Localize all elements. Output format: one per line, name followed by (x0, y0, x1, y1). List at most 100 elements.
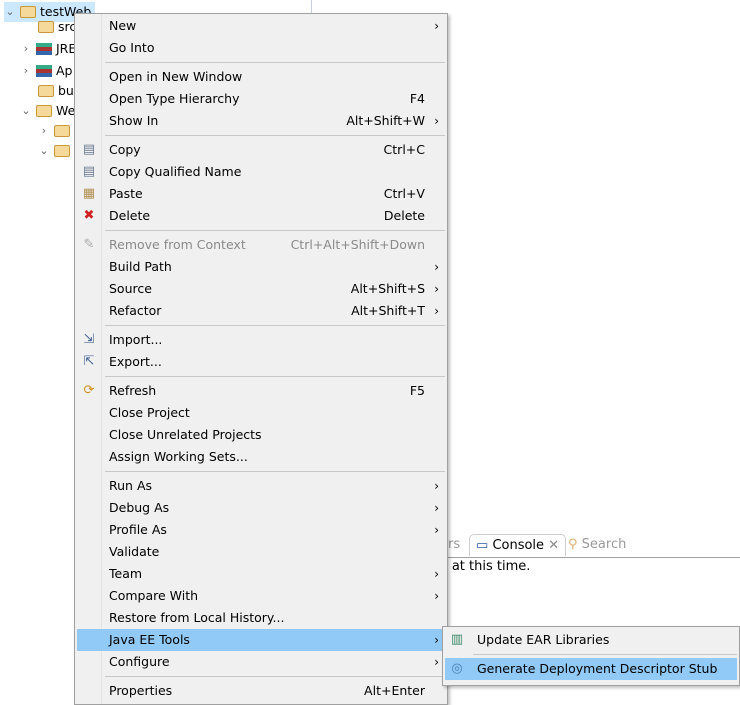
menu-item-label: Properties (109, 683, 173, 698)
menu-item-label: Update EAR Libraries (477, 632, 610, 647)
menu-item-open-in-new-window[interactable]: Open in New Window (77, 66, 445, 88)
menu-item-label: Java EE Tools (109, 632, 190, 647)
library-icon (36, 43, 52, 55)
menu-item-java-ee-tools[interactable]: Java EE Tools › (77, 629, 445, 651)
folder-icon (54, 125, 70, 137)
close-icon[interactable]: ✕ (548, 538, 559, 553)
menu-item-paste[interactable]: ▦ Paste Ctrl+V (77, 183, 445, 205)
menu-item-shortcut: F4 (409, 91, 425, 106)
tree-item[interactable]: ⌄ We (20, 101, 79, 121)
tree-item[interactable]: bu (22, 81, 78, 101)
menu-item-run-as[interactable]: Run As › (77, 475, 445, 497)
tree-item[interactable]: src (22, 17, 80, 37)
chevron-right-icon: › (434, 260, 439, 274)
menu-item-label: Build Path (109, 259, 172, 274)
tab-console-label: Console (492, 538, 545, 553)
chevron-down-icon[interactable]: ⌄ (38, 142, 50, 160)
chevron-right-icon[interactable]: › (38, 122, 50, 140)
menu-item-shortcut: Alt+Enter (364, 683, 425, 698)
menu-separator (105, 471, 445, 472)
menu-item-label: Source (109, 281, 152, 296)
menu-item-export[interactable]: ⇱ Export... (77, 351, 445, 373)
menu-item-compare-with[interactable]: Compare With › (77, 585, 445, 607)
java-ee-tools-submenu: ▥ Update EAR Libraries ◎ Generate Deploymen… (442, 626, 740, 686)
menu-item-refresh[interactable]: ⟳ Refresh F5 (77, 380, 445, 402)
chevron-right-icon: › (434, 304, 439, 318)
context-menu: New › Go Into Open in New Window Open Type H… (74, 13, 448, 705)
menu-item-shortcut: Ctrl+C (383, 142, 425, 157)
folder-icon (38, 85, 54, 97)
tab-search[interactable]: ⚲ Search (568, 534, 626, 556)
menu-separator (105, 376, 445, 377)
menu-item-source[interactable]: Source Alt+Shift+S › (77, 278, 445, 300)
menu-item-label: Refactor (109, 303, 162, 318)
menu-item-team[interactable]: Team › (77, 563, 445, 585)
chevron-right-icon: › (434, 19, 439, 33)
menu-item-update-ear-libraries[interactable]: ▥ Update EAR Libraries (445, 629, 737, 651)
menu-item-debug-as[interactable]: Debug As › (77, 497, 445, 519)
chevron-right-icon: › (434, 501, 439, 515)
chevron-right-icon: › (434, 523, 439, 537)
menu-item-copy[interactable]: ▤ Copy Ctrl+C (77, 139, 445, 161)
menu-item-build-path[interactable]: Build Path › (77, 256, 445, 278)
folder-icon (54, 145, 70, 157)
chevron-right-icon: › (434, 633, 439, 647)
menu-item-import[interactable]: ⇲ Import... (77, 329, 445, 351)
menu-item-label: Debug As (109, 500, 170, 515)
copy-qualified-icon: ▤ (82, 164, 96, 179)
tab-console[interactable]: ▭ Console ✕ (469, 534, 567, 556)
menu-item-shortcut: Alt+Shift+T (351, 303, 425, 318)
menu-item-open-type-hierarchy[interactable]: Open Type Hierarchy F4 (77, 88, 445, 110)
menu-item-close-project[interactable]: Close Project (77, 402, 445, 424)
menu-separator (105, 62, 445, 63)
tree-item[interactable]: › JRE (20, 39, 80, 59)
menu-item-profile-as[interactable]: Profile As › (77, 519, 445, 541)
menu-item-label: New (109, 18, 137, 33)
menu-item-go-into[interactable]: Go Into (77, 37, 445, 59)
tree-item[interactable]: › (38, 121, 78, 141)
menu-item-show-in[interactable]: Show In Alt+Shift+W › (77, 110, 445, 132)
menu-item-label: Compare With (109, 588, 199, 603)
copy-icon: ▤ (82, 142, 96, 157)
menu-item-label: Paste (109, 186, 143, 201)
menu-item-label: Import... (109, 332, 163, 347)
menu-item-label: Refresh (109, 383, 157, 398)
chevron-right-icon: › (434, 114, 439, 128)
menu-item-label: Team (109, 566, 143, 581)
menu-item-label: Close Unrelated Projects (109, 427, 262, 442)
menu-separator (473, 654, 737, 655)
remove-context-icon: ✎ (83, 237, 95, 252)
menu-item-remove-from-context[interactable]: ✎ Remove from Context Ctrl+Alt+Shift+Down (77, 234, 445, 256)
menu-item-delete[interactable]: ✖ Delete Delete (77, 205, 445, 227)
menu-item-label: Restore from Local History... (109, 610, 285, 625)
menu-item-copy-qualified-name[interactable]: ▤ Copy Qualified Name (77, 161, 445, 183)
library-icon (36, 65, 52, 77)
menu-item-validate[interactable]: Validate (77, 541, 445, 563)
menu-item-shortcut: Alt+Shift+W (346, 113, 425, 128)
tree-item[interactable]: ⌄ (38, 141, 78, 161)
menu-item-label: Run As (109, 478, 153, 493)
package-folder-icon (38, 21, 54, 33)
chevron-right-icon[interactable]: › (20, 62, 32, 80)
tree-item[interactable]: › Ap (20, 61, 77, 81)
console-message: y at this time. (440, 559, 531, 574)
menu-item-properties[interactable]: Properties Alt+Enter (77, 680, 445, 702)
menu-item-assign-working-sets[interactable]: Assign Working Sets... (77, 446, 445, 468)
menu-item-refactor[interactable]: Refactor Alt+Shift+T › (77, 300, 445, 322)
chevron-down-icon[interactable]: ⌄ (20, 102, 32, 120)
menu-item-restore-from-local-history[interactable]: Restore from Local History... (77, 607, 445, 629)
tab-search-label: Search (581, 537, 627, 552)
descriptor-icon: ◎ (451, 661, 463, 676)
menu-item-configure[interactable]: Configure › (77, 651, 445, 673)
menu-separator (105, 230, 445, 231)
chevron-right-icon: › (434, 567, 439, 581)
menu-item-label: Assign Working Sets... (109, 449, 248, 464)
menu-item-label: Delete (109, 208, 151, 223)
chevron-down-icon[interactable]: ⌄ (4, 3, 16, 21)
menu-item-generate-deployment-descriptor-stub[interactable]: ◎ Generate Deployment Descriptor Stub (445, 658, 737, 680)
library-icon: ▥ (450, 632, 464, 647)
chevron-right-icon[interactable]: › (20, 40, 32, 58)
menu-item-new[interactable]: New › (77, 15, 445, 37)
console-icon: ▭ (476, 538, 489, 553)
menu-item-close-unrelated-projects[interactable]: Close Unrelated Projects (77, 424, 445, 446)
